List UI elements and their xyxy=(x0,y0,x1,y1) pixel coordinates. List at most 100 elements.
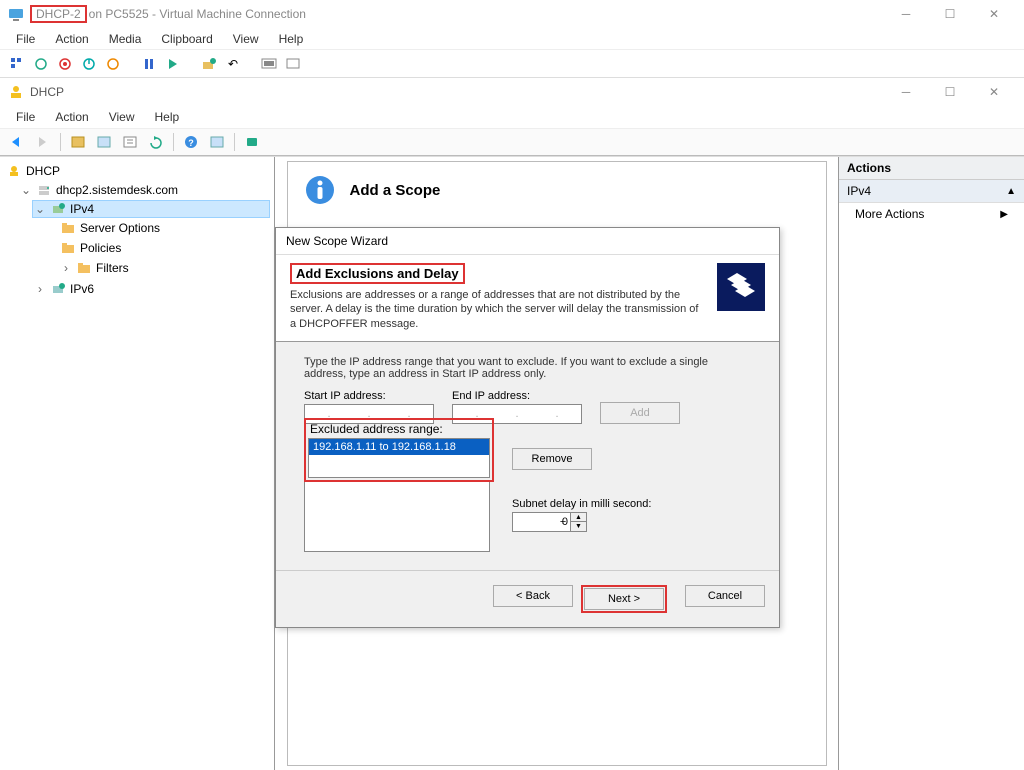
collapse-icon[interactable]: ⌄ xyxy=(34,202,46,216)
properties-icon[interactable] xyxy=(206,131,228,153)
center-heading: Add a Scope xyxy=(350,182,441,199)
minimize-button[interactable]: ─ xyxy=(884,0,928,28)
info-icon xyxy=(304,174,336,206)
end-ip-label: End IP address: xyxy=(452,390,582,402)
dhcp-menu-file[interactable]: File xyxy=(8,108,43,126)
tree-ipv4-label: IPv4 xyxy=(70,202,94,216)
collapse-icon[interactable]: ⌄ xyxy=(20,183,32,197)
play-icon[interactable] xyxy=(164,55,182,73)
next-button[interactable]: Next > xyxy=(584,588,664,610)
expand-icon[interactable]: › xyxy=(34,282,46,296)
vm-menu-action[interactable]: Action xyxy=(47,30,96,48)
actions-more[interactable]: More Actions ▶ xyxy=(839,203,1024,225)
vm-titlebar: DHCP-2 on PC5525 - Virtual Machine Conne… xyxy=(0,0,1024,28)
dhcp-menubar: File Action View Help xyxy=(0,106,1024,128)
dhcp-app-icon xyxy=(8,84,24,100)
tree-server-options-label: Server Options xyxy=(80,221,160,235)
tree-root-label: DHCP xyxy=(26,164,60,178)
vm-title-rest: on PC5525 - Virtual Machine Connection xyxy=(89,7,306,21)
wizard-dialog: New Scope Wizard Add Exclusions and Dela… xyxy=(275,227,780,628)
vm-menu-help[interactable]: Help xyxy=(271,30,312,48)
cancel-button[interactable]: Cancel xyxy=(685,585,765,607)
forward-icon[interactable] xyxy=(32,131,54,153)
vm-title-machine: DHCP-2 xyxy=(30,5,87,23)
checkpoint-icon[interactable] xyxy=(200,55,218,73)
save-icon[interactable] xyxy=(104,55,122,73)
expand-icon[interactable]: › xyxy=(60,261,72,275)
vm-menu-file[interactable]: File xyxy=(8,30,43,48)
vm-menubar: File Action Media Clipboard View Help xyxy=(0,28,1024,50)
actions-panel: Actions IPv4 ▲ More Actions ▶ xyxy=(839,157,1024,770)
vm-toolbar: ↶ xyxy=(0,50,1024,78)
tree-server-options[interactable]: Server Options xyxy=(58,219,270,237)
dhcp-title: DHCP xyxy=(30,85,64,99)
folder-icon xyxy=(60,220,76,236)
dhcp-titlebar: DHCP ─ ☐ ✕ xyxy=(0,78,1024,106)
vm-window-controls: ─ ☐ ✕ xyxy=(884,0,1016,28)
help-icon[interactable]: ? xyxy=(180,131,202,153)
refresh-icon[interactable] xyxy=(145,131,167,153)
excluded-item[interactable]: 192.168.1.11 to 192.168.1.18 xyxy=(309,439,489,455)
start-ip-label: Start IP address: xyxy=(304,390,434,402)
tree-root[interactable]: DHCP xyxy=(4,162,270,180)
actions-context-label: IPv4 xyxy=(847,184,871,198)
stop-icon[interactable] xyxy=(56,55,74,73)
tree-panel[interactable]: DHCP ⌄ dhcp2.sistemdesk.com ⌄ xyxy=(0,157,275,770)
export-icon[interactable] xyxy=(119,131,141,153)
tree-filters-label: Filters xyxy=(96,261,129,275)
actions-context[interactable]: IPv4 ▲ xyxy=(839,180,1024,203)
dhcp-toolbar: ? xyxy=(0,128,1024,156)
actions-header: Actions xyxy=(839,157,1024,180)
center-header: Add a Scope xyxy=(288,162,826,218)
ipv4-icon xyxy=(50,201,66,217)
tree-server-label: dhcp2.sistemdesk.com xyxy=(56,183,178,197)
back-button[interactable]: < Back xyxy=(493,585,573,607)
dhcp-window-controls: ─ ☐ ✕ xyxy=(884,78,1016,106)
folder-icon xyxy=(60,240,76,256)
add-button[interactable]: Add xyxy=(600,402,680,424)
svg-text:?: ? xyxy=(188,138,194,148)
dhcp-menu-view[interactable]: View xyxy=(101,108,143,126)
detail-icon[interactable] xyxy=(93,131,115,153)
vm-menu-view[interactable]: View xyxy=(225,30,267,48)
wizard-window-title: New Scope Wizard xyxy=(276,228,779,255)
enhanced-session-icon[interactable] xyxy=(260,55,278,73)
tree-ipv6[interactable]: › IPv6 xyxy=(32,280,270,298)
excluded-listbox[interactable]: 192.168.1.11 to 192.168.1.18 xyxy=(308,438,490,478)
back-icon[interactable] xyxy=(6,131,28,153)
tree-ipv6-label: IPv6 xyxy=(70,282,94,296)
show-hide-icon[interactable] xyxy=(67,131,89,153)
pause-icon[interactable] xyxy=(140,55,158,73)
spinner-down-icon[interactable]: ▼ xyxy=(571,522,586,531)
shutdown-icon[interactable] xyxy=(80,55,98,73)
dhcp-maximize-button[interactable]: ☐ xyxy=(928,78,972,106)
dhcp-menu-action[interactable]: Action xyxy=(47,108,96,126)
dhcp-minimize-button[interactable]: ─ xyxy=(884,78,928,106)
scope-icon[interactable] xyxy=(241,131,263,153)
tree-server[interactable]: ⌄ dhcp2.sistemdesk.com xyxy=(18,181,270,199)
excluded-listbox-extra[interactable] xyxy=(304,482,490,552)
vm-menu-media[interactable]: Media xyxy=(101,30,150,48)
ctrl-alt-del-icon[interactable] xyxy=(8,55,26,73)
remove-button[interactable]: Remove xyxy=(512,448,592,470)
wizard-banner-icon xyxy=(717,263,765,311)
server-icon xyxy=(36,182,52,198)
tree-policies[interactable]: Policies xyxy=(58,239,270,257)
vm-menu-clipboard[interactable]: Clipboard xyxy=(153,30,220,48)
actions-more-label: More Actions xyxy=(855,207,924,221)
share-icon[interactable] xyxy=(284,55,302,73)
dhcp-close-button[interactable]: ✕ xyxy=(972,78,1016,106)
collapse-icon[interactable]: ▲ xyxy=(1006,186,1016,197)
close-button[interactable]: ✕ xyxy=(972,0,1016,28)
maximize-button[interactable]: ☐ xyxy=(928,0,972,28)
folder-icon xyxy=(76,260,92,276)
dhcp-menu-help[interactable]: Help xyxy=(147,108,188,126)
dhcp-root-icon xyxy=(6,163,22,179)
subnet-delay-input[interactable]: 0 ÷ ▲ ▼ xyxy=(512,512,587,532)
tree-ipv4[interactable]: ⌄ IPv4 xyxy=(32,200,270,218)
revert-icon[interactable]: ↶ xyxy=(224,55,242,73)
spinner-up-icon[interactable]: ▲ xyxy=(571,513,586,523)
subnet-delay-label: Subnet delay in milli second: xyxy=(512,498,651,510)
tree-filters[interactable]: › Filters xyxy=(58,259,270,277)
start-icon[interactable] xyxy=(32,55,50,73)
